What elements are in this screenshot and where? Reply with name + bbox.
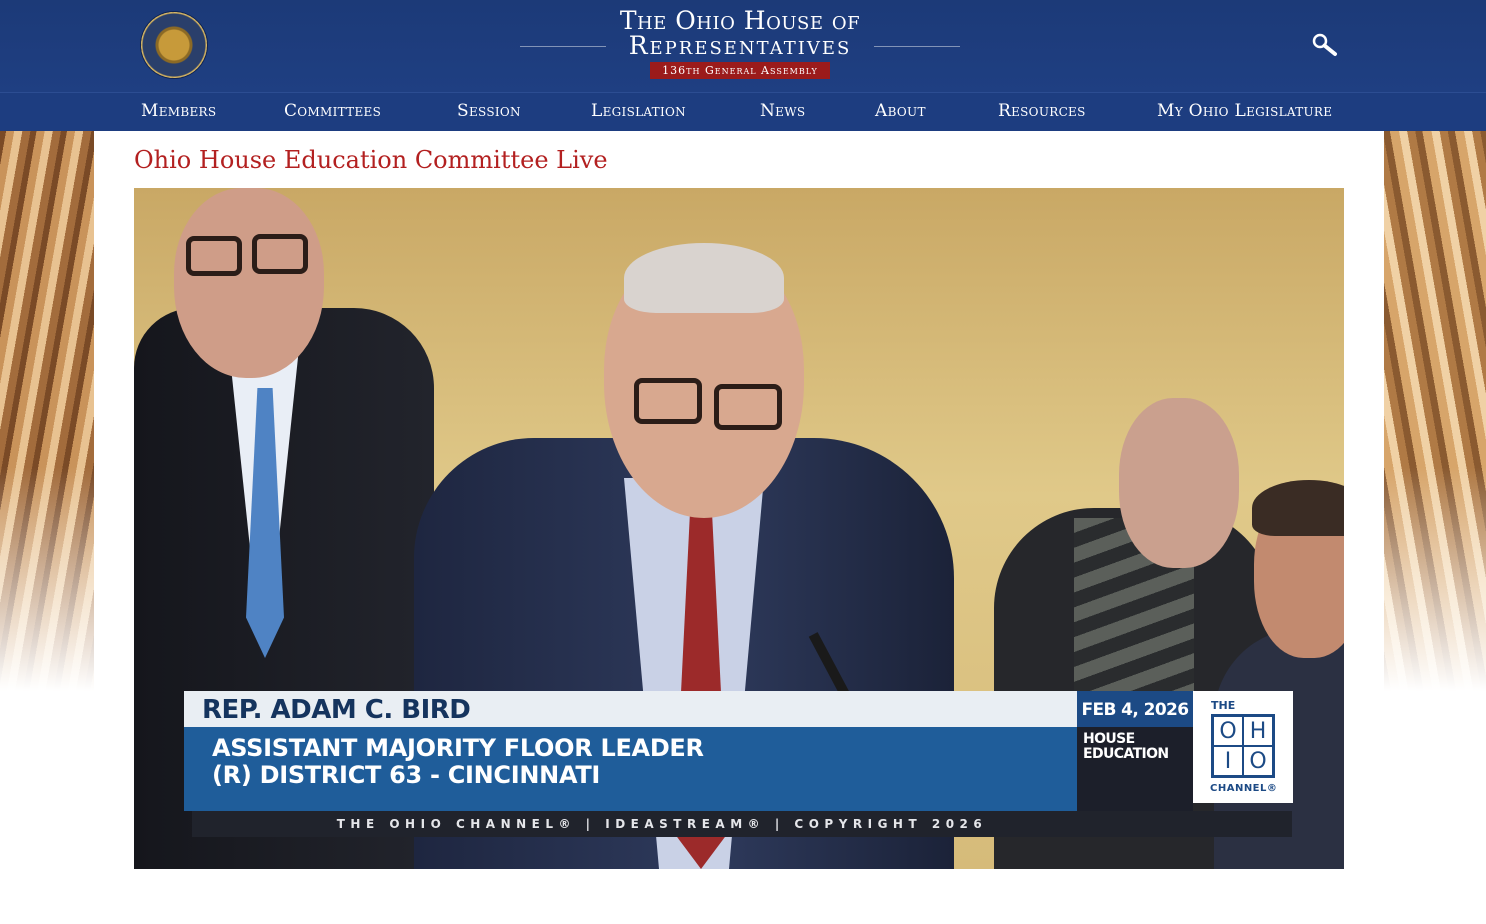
page-title: Ohio House Education Committee Live bbox=[134, 146, 608, 174]
ohio-house-seal-logo[interactable] bbox=[141, 12, 207, 78]
logo-letter: O bbox=[1213, 716, 1243, 746]
lower-third-role: ASSISTANT MAJORITY FLOOR LEADER (R) DIST… bbox=[184, 727, 1077, 811]
lower-third-role-line2: (R) DISTRICT 63 - CINCINNATI bbox=[212, 761, 601, 789]
lower-third-name: REP. ADAM C. BIRD bbox=[184, 691, 1077, 727]
site-title[interactable]: The Ohio House of Representatives 136th … bbox=[520, 8, 960, 79]
general-assembly-badge: 136th General Assembly bbox=[650, 62, 830, 79]
site-title-line1: The Ohio House of bbox=[619, 6, 861, 35]
logo-letter: O bbox=[1243, 746, 1273, 776]
logo-grid: O H I O bbox=[1211, 714, 1275, 778]
logo-letter: I bbox=[1213, 746, 1243, 776]
nav-item-members[interactable]: Members bbox=[141, 101, 216, 121]
lower-third-committee: HOUSE EDUCATION bbox=[1077, 727, 1193, 811]
logo-channel: CHANNEL® bbox=[1210, 783, 1278, 794]
lower-third-role-line1: ASSISTANT MAJORITY FLOOR LEADER bbox=[212, 734, 704, 762]
nav-item-my-ohio-legislature[interactable]: My Ohio Legislature bbox=[1157, 101, 1332, 121]
logo-letter: H bbox=[1243, 716, 1273, 746]
decorative-background-left bbox=[0, 131, 94, 691]
nav-item-legislation[interactable]: Legislation bbox=[591, 101, 686, 121]
lower-third-date: FEB 4, 2026 bbox=[1077, 691, 1193, 727]
video-player[interactable]: REP. ADAM C. BIRD ASSISTANT MAJORITY FLO… bbox=[134, 188, 1344, 869]
speaker-glasses-right bbox=[714, 384, 782, 430]
nav-item-session[interactable]: Session bbox=[457, 101, 521, 121]
committee-line2: EDUCATION bbox=[1083, 746, 1169, 762]
nav-item-resources[interactable]: Resources bbox=[998, 101, 1086, 121]
lower-third-footer: THE OHIO CHANNEL® | IDEASTREAM® | COPYRI… bbox=[192, 811, 1292, 837]
site-header: The Ohio House of Representatives 136th … bbox=[0, 0, 1486, 92]
person-back-head bbox=[1119, 398, 1239, 568]
main-nav: Members Committees Session Legislation N… bbox=[0, 92, 1486, 131]
nav-item-committees[interactable]: Committees bbox=[284, 101, 381, 121]
site-title-line2: Representatives bbox=[520, 33, 960, 59]
ohio-channel-logo: THE O H I O CHANNEL® bbox=[1193, 691, 1293, 803]
person-right-hair bbox=[1252, 480, 1344, 536]
seal-ring bbox=[141, 12, 207, 78]
logo-the: THE bbox=[1211, 699, 1236, 712]
search-icon[interactable] bbox=[1312, 33, 1338, 57]
speaker-hair bbox=[624, 243, 784, 313]
committee-line1: HOUSE bbox=[1083, 731, 1135, 747]
glasses-left-lens bbox=[186, 236, 242, 276]
decorative-background-right bbox=[1384, 131, 1486, 691]
speaker-glasses-left bbox=[634, 378, 702, 424]
person-left-head bbox=[174, 188, 324, 378]
glasses-right-lens bbox=[252, 234, 308, 274]
nav-item-about[interactable]: About bbox=[875, 101, 926, 121]
nav-item-news[interactable]: News bbox=[760, 101, 805, 121]
